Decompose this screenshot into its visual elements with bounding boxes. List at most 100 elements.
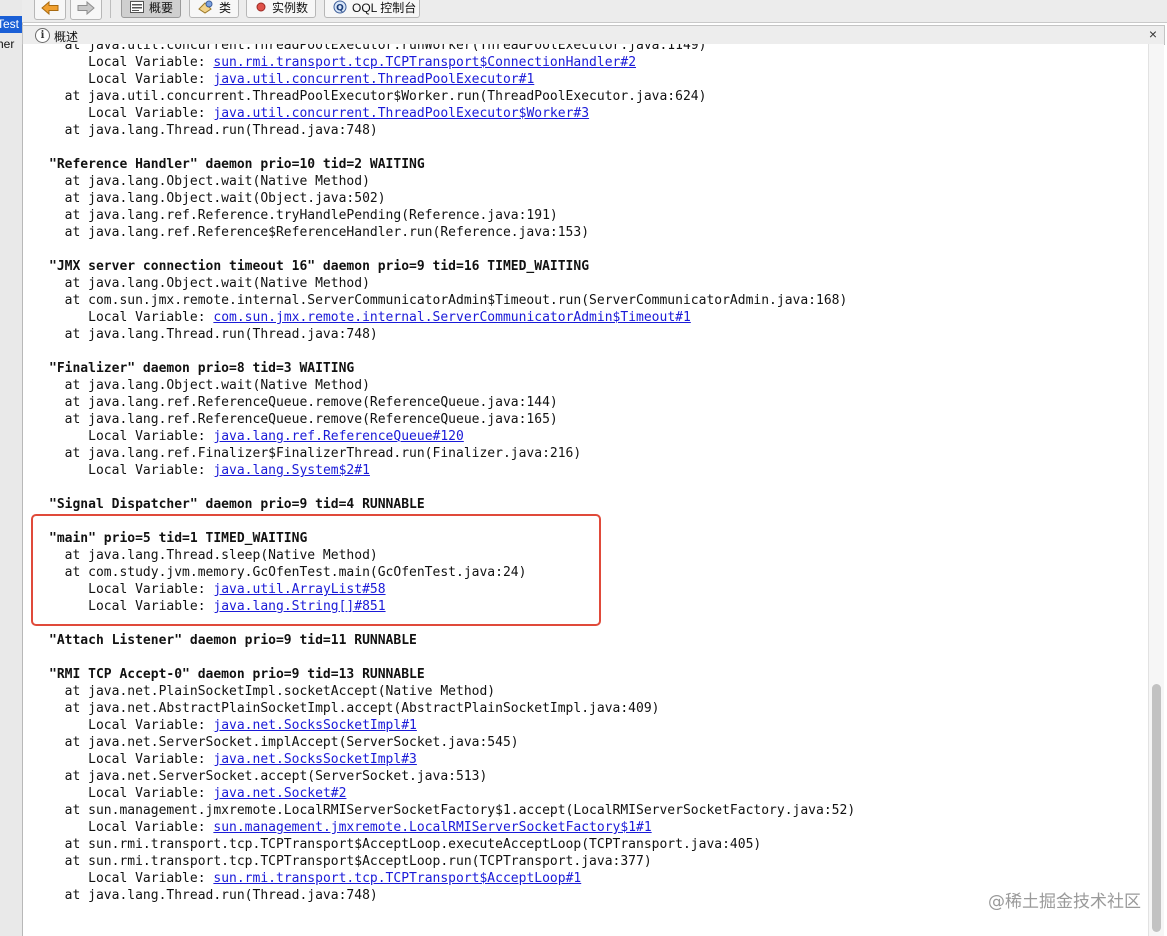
line-text: at java.lang.ref.Reference$ReferenceHand… xyxy=(49,225,590,240)
line-text: Local Variable: xyxy=(49,786,214,801)
object-link[interactable]: java.net.SocksSocketImpl#1 xyxy=(213,718,417,733)
tab-summary-header[interactable]: i 概述 × xyxy=(22,25,1165,45)
forward-button[interactable] xyxy=(70,0,102,20)
tab-oql-console-button[interactable]: Q OQL 控制台 xyxy=(324,0,420,18)
classes-icon xyxy=(198,0,214,14)
stack-frame-line: at java.lang.ref.Reference.tryHandlePend… xyxy=(49,207,558,224)
line-text: at java.net.AbstractPlainSocketImpl.acce… xyxy=(49,701,660,716)
line-text: at com.sun.jmx.remote.internal.ServerCom… xyxy=(49,293,848,308)
line-text: "Reference Handler" daemon prio=10 tid=2… xyxy=(49,157,425,172)
line-text: at java.lang.ref.ReferenceQueue.remove(R… xyxy=(49,395,558,410)
left-panel-selected-item[interactable]: Test xyxy=(0,16,22,33)
object-link[interactable]: java.util.ArrayList#58 xyxy=(213,582,385,597)
line-text: Local Variable: xyxy=(49,752,214,767)
stack-frame-line: at sun.rmi.transport.tcp.TCPTransport$Ac… xyxy=(49,853,652,870)
line-text: at java.util.concurrent.ThreadPoolExecut… xyxy=(49,44,707,53)
local-variable-line: Local Variable: java.util.concurrent.Thr… xyxy=(49,105,589,122)
stack-frame-line: at com.study.jvm.memory.GcOfenTest.main(… xyxy=(49,564,527,581)
stack-frame-line: at java.lang.Object.wait(Object.java:502… xyxy=(49,190,386,207)
object-link[interactable]: java.lang.System$2#1 xyxy=(213,463,370,478)
local-variable-line: Local Variable: sun.rmi.transport.tcp.TC… xyxy=(49,870,581,887)
stack-frame-line: at java.lang.ref.ReferenceQueue.remove(R… xyxy=(49,411,558,428)
stack-frame-line: at java.lang.Object.wait(Native Method) xyxy=(49,275,370,292)
line-text: at com.study.jvm.memory.GcOfenTest.main(… xyxy=(49,565,527,580)
stack-frame-line: at java.lang.ref.ReferenceQueue.remove(R… xyxy=(49,394,558,411)
tab-summary-button[interactable]: 概要 xyxy=(121,0,181,18)
line-text: "Attach Listener" daemon prio=9 tid=11 R… xyxy=(49,633,417,648)
line-text: at java.lang.Thread.sleep(Native Method) xyxy=(49,548,378,563)
thread-dump-content: at java.util.concurrent.ThreadPoolExecut… xyxy=(23,44,1148,936)
line-text: at java.lang.ref.Finalizer$FinalizerThre… xyxy=(49,446,582,461)
local-variable-line: Local Variable: java.lang.ref.ReferenceQ… xyxy=(49,428,464,445)
object-link[interactable]: sun.rmi.transport.tcp.TCPTransport$Accep… xyxy=(213,871,581,886)
left-panel-item-text: her xyxy=(0,37,15,51)
thread-header: "Signal Dispatcher" daemon prio=9 tid=4 … xyxy=(49,496,425,513)
stack-frame-line: at sun.rmi.transport.tcp.TCPTransport$Ac… xyxy=(49,836,762,853)
stack-frame-line: at java.util.concurrent.ThreadPoolExecut… xyxy=(49,44,707,54)
line-text: Local Variable: xyxy=(49,820,214,835)
line-text: Local Variable: xyxy=(49,72,214,87)
local-variable-line: Local Variable: java.net.Socket#2 xyxy=(49,785,346,802)
tab-instances-button[interactable]: 实例数 xyxy=(246,0,316,18)
stack-frame-line: at java.net.ServerSocket.implAccept(Serv… xyxy=(49,734,519,751)
object-link[interactable]: java.util.concurrent.ThreadPoolExecutor$… xyxy=(213,106,589,121)
local-variable-line: Local Variable: java.lang.System$2#1 xyxy=(49,462,370,479)
stack-frame-line: at java.lang.ref.Finalizer$FinalizerThre… xyxy=(49,445,582,462)
line-text: Local Variable: xyxy=(49,599,214,614)
line-text: Local Variable: xyxy=(49,310,214,325)
object-link[interactable]: com.sun.jmx.remote.internal.ServerCommun… xyxy=(213,310,690,325)
stack-frame-line: at java.net.AbstractPlainSocketImpl.acce… xyxy=(49,700,660,717)
vertical-scrollbar[interactable] xyxy=(1148,44,1164,936)
scrollbar-thumb[interactable] xyxy=(1152,684,1161,932)
object-link[interactable]: java.net.Socket#2 xyxy=(213,786,346,801)
stack-frame-line: at java.lang.Thread.run(Thread.java:748) xyxy=(49,326,378,343)
local-variable-line: Local Variable: java.lang.String[]#851 xyxy=(49,598,385,615)
stack-frame-line: at java.lang.ref.Reference$ReferenceHand… xyxy=(49,224,589,241)
thread-header: "RMI TCP Accept-0" daemon prio=9 tid=13 … xyxy=(49,666,425,683)
object-link[interactable]: sun.management.jmxremote.LocalRMIServerS… xyxy=(213,820,651,835)
line-text: at java.lang.Object.wait(Object.java:502… xyxy=(49,191,386,206)
stack-frame-line: at java.util.concurrent.ThreadPoolExecut… xyxy=(49,88,707,105)
line-text: at sun.management.jmxremote.LocalRMIServ… xyxy=(49,803,856,818)
local-variable-line: Local Variable: sun.rmi.transport.tcp.TC… xyxy=(49,54,636,71)
stack-frame-line: at java.lang.Thread.run(Thread.java:748) xyxy=(49,887,378,904)
thread-header: "JMX server connection timeout 16" daemo… xyxy=(49,258,589,275)
object-link[interactable]: java.net.SocksSocketImpl#3 xyxy=(213,752,417,767)
local-variable-line: Local Variable: com.sun.jmx.remote.inter… xyxy=(49,309,691,326)
back-button[interactable] xyxy=(34,0,66,20)
line-text: "Finalizer" daemon prio=8 tid=3 WAITING xyxy=(49,361,355,376)
line-text: Local Variable: xyxy=(49,463,214,478)
stack-frame-line: at java.lang.Object.wait(Native Method) xyxy=(49,377,370,394)
tab-classes-button[interactable]: 类 xyxy=(189,0,239,18)
arrow-left-icon xyxy=(41,1,59,15)
thread-header: "Finalizer" daemon prio=8 tid=3 WAITING xyxy=(49,360,354,377)
info-icon: i xyxy=(35,28,50,43)
toolbar: 概要 类 实例数 Q OQL 控制台 xyxy=(22,0,1167,23)
line-text: "JMX server connection timeout 16" daemo… xyxy=(49,259,590,274)
left-panel-item[interactable]: her xyxy=(0,36,22,53)
stack-frame-line: at java.lang.Object.wait(Native Method) xyxy=(49,173,370,190)
local-variable-line: Local Variable: java.net.SocksSocketImpl… xyxy=(49,717,417,734)
line-text: at java.lang.Thread.run(Thread.java:748) xyxy=(49,888,378,903)
line-text: Local Variable: xyxy=(49,429,214,444)
tab-title: 概述 xyxy=(54,30,79,44)
stack-frame-line: at java.net.ServerSocket.accept(ServerSo… xyxy=(49,768,488,785)
line-text: at java.lang.Object.wait(Native Method) xyxy=(49,276,370,291)
line-text: at java.net.ServerSocket.implAccept(Serv… xyxy=(49,735,519,750)
summary-icon xyxy=(130,0,144,14)
object-link[interactable]: java.lang.ref.ReferenceQueue#120 xyxy=(213,429,463,444)
line-text: at java.lang.Thread.run(Thread.java:748) xyxy=(49,327,378,342)
line-text: at java.lang.ref.Reference.tryHandlePend… xyxy=(49,208,558,223)
close-icon[interactable]: × xyxy=(1146,26,1160,42)
local-variable-line: Local Variable: java.util.ArrayList#58 xyxy=(49,581,385,598)
oql-icon: Q xyxy=(333,0,347,14)
line-text: at sun.rmi.transport.tcp.TCPTransport$Ac… xyxy=(49,837,762,852)
object-link[interactable]: java.lang.String[]#851 xyxy=(213,599,385,614)
line-text: at java.net.PlainSocketImpl.socketAccept… xyxy=(49,684,496,699)
local-variable-line: Local Variable: sun.management.jmxremote… xyxy=(49,819,652,836)
stack-frame-line: at com.sun.jmx.remote.internal.ServerCom… xyxy=(49,292,848,309)
object-link[interactable]: sun.rmi.transport.tcp.TCPTransport$Conne… xyxy=(213,55,636,70)
object-link[interactable]: java.util.concurrent.ThreadPoolExecutor#… xyxy=(213,72,534,87)
line-text: "main" prio=5 tid=1 TIMED_WAITING xyxy=(49,531,308,546)
thread-header: "Reference Handler" daemon prio=10 tid=2… xyxy=(49,156,425,173)
